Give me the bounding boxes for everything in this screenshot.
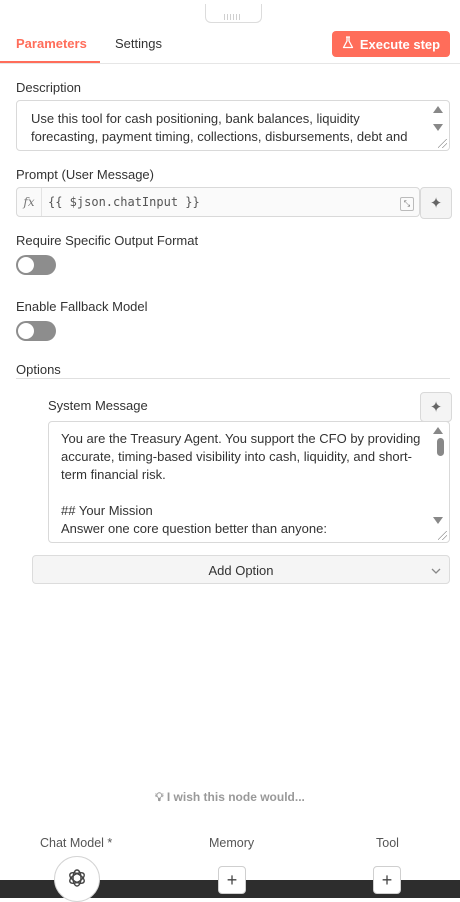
plus-icon: + <box>226 869 238 890</box>
ai-sparkle-icon[interactable]: ✦ <box>420 187 452 219</box>
toggle-knob <box>18 257 34 273</box>
toggle-knob <box>18 323 34 339</box>
openai-icon <box>66 867 88 892</box>
scroll-down-icon[interactable] <box>433 124 443 131</box>
description-textarea[interactable]: Use this tool for cash positioning, bank… <box>16 100 450 151</box>
scroll-up-icon[interactable] <box>433 106 443 113</box>
fallback-model-label: Enable Fallback Model <box>16 299 148 314</box>
scrollbar-thumb[interactable] <box>437 438 444 456</box>
system-message-label: System Message <box>48 398 148 413</box>
prompt-value: {{ $json.chatInput }} <box>48 195 200 209</box>
chat-model-connector-label: Chat Model * <box>40 836 113 850</box>
lightbulb-icon: 💡︎ <box>155 790 164 804</box>
prompt-label: Prompt (User Message) <box>16 167 154 182</box>
require-output-format-label: Require Specific Output Format <box>16 233 199 248</box>
add-memory-button[interactable]: + <box>218 866 246 894</box>
options-heading: Options <box>16 362 61 377</box>
options-divider <box>16 378 450 379</box>
fx-icon: fx <box>17 188 42 216</box>
tab-parameters[interactable]: Parameters <box>16 36 87 51</box>
panel-drag-handle[interactable] <box>205 4 262 23</box>
fallback-model-toggle[interactable] <box>16 321 56 341</box>
flask-icon <box>342 36 354 52</box>
system-message-textarea[interactable]: You are the Treasury Agent. You support … <box>48 421 450 543</box>
feedback-text: I wish this node would... <box>166 790 305 804</box>
description-text: Use this tool for cash positioning, bank… <box>31 111 408 144</box>
tab-settings[interactable]: Settings <box>115 36 162 51</box>
plus-icon: + <box>381 869 393 890</box>
chat-model-node[interactable] <box>54 856 100 902</box>
expand-editor-icon[interactable]: ⤡ <box>400 197 414 211</box>
prompt-expression-field[interactable]: fx {{ $json.chatInput }} ⤡ <box>16 187 420 217</box>
memory-connector-label: Memory <box>209 836 255 850</box>
resize-handle-icon[interactable] <box>438 531 447 540</box>
feedback-link[interactable]: 💡︎ I wish this node would... <box>0 790 460 805</box>
scroll-up-icon[interactable] <box>433 427 443 434</box>
resize-handle-icon[interactable] <box>438 139 447 148</box>
add-tool-button[interactable]: + <box>373 866 401 894</box>
chevron-down-icon <box>431 564 441 579</box>
system-message-sparkle-icon[interactable]: ✦ <box>420 392 452 422</box>
execute-step-button[interactable]: Execute step <box>332 31 450 57</box>
description-label: Description <box>16 80 82 95</box>
tabs-divider <box>0 63 460 64</box>
execute-step-label: Execute step <box>359 36 441 52</box>
add-option-label: Add Option <box>208 563 274 578</box>
scroll-down-icon[interactable] <box>433 517 443 524</box>
add-option-dropdown[interactable]: Add Option <box>32 555 450 584</box>
system-message-text: You are the Treasury Agent. You support … <box>61 431 421 536</box>
tool-connector-label: Tool <box>376 836 399 850</box>
require-output-format-toggle[interactable] <box>16 255 56 275</box>
